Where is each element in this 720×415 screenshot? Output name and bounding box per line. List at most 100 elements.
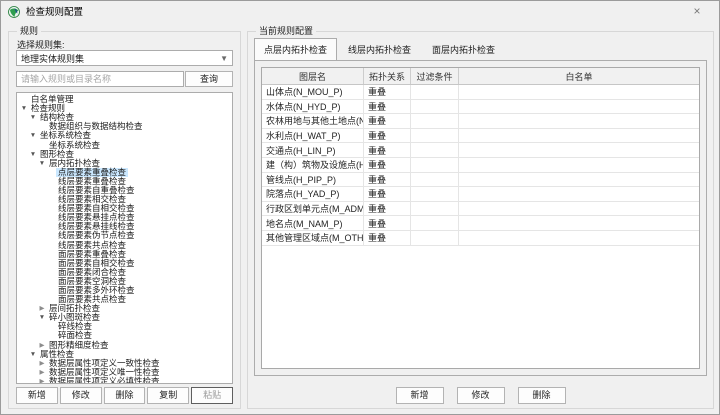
tab-line-topology[interactable]: 线层内拓扑检查 (338, 39, 421, 60)
close-icon[interactable]: × (682, 1, 712, 21)
whitelist-cell (459, 85, 699, 99)
filter-cell (411, 100, 459, 114)
whitelist-cell (459, 173, 699, 187)
query-button[interactable]: 查询 (185, 71, 233, 87)
tab-point-topology[interactable]: 点层内拓扑检查 (254, 38, 337, 60)
expand-arrow-icon: ▶ (37, 359, 47, 368)
layer-cell: 农林用地与其他土地点(N_AGR_P) (262, 114, 364, 128)
copy-button[interactable]: 复制 (147, 387, 189, 404)
filter-cell (411, 158, 459, 172)
layer-cell: 院落点(H_YAD_P) (262, 187, 364, 201)
table-row[interactable]: 交通点(H_LIN_P)重叠 (262, 143, 699, 158)
filter-cell (411, 143, 459, 157)
rules-group: 规则 选择规则集: 地理实体规则集 ▼ 查询 白名单管理▼检查规则▼结构检查数据… (8, 31, 241, 409)
topology-tab-strip: 点层内拓扑检查线层内拓扑检查面层内拓扑检查 (254, 42, 707, 60)
table-row[interactable]: 水体点(N_HYD_P)重叠 (262, 100, 699, 115)
window-title: 检查规则配置 (26, 4, 83, 18)
table-row[interactable]: 院落点(H_YAD_P)重叠 (262, 187, 699, 202)
table-row[interactable]: 山体点(N_MOU_P)重叠 (262, 85, 699, 100)
layer-cell: 其他管理区域点(M_OTH_P) (262, 231, 364, 245)
current-config-group-title: 当前规则配置 (256, 25, 316, 37)
filter-cell (411, 114, 459, 128)
ruleset-selected-value: 地理实体规则集 (21, 52, 84, 65)
filter-cell (411, 187, 459, 201)
config-button-row: 新增修改删除 (248, 387, 713, 404)
topology-cell: 重叠 (364, 187, 411, 201)
new-button[interactable]: 新增 (16, 387, 58, 404)
table-row[interactable]: 地名点(M_NAM_P)重叠 (262, 216, 699, 231)
expand-arrow-icon: ▶ (37, 377, 47, 384)
collapse-arrow-icon: ▼ (28, 150, 38, 159)
column-header: 拓扑关系 (364, 68, 411, 84)
chevron-down-icon: ▼ (220, 54, 228, 63)
whitelist-cell (459, 216, 699, 230)
table-row[interactable]: 建（构）筑物及设施点(H_BIU_P)重叠 (262, 158, 699, 173)
tab-polygon-topology[interactable]: 面层内拓扑检查 (422, 39, 505, 60)
table-row[interactable]: 管线点(H_PIP_P)重叠 (262, 173, 699, 188)
layer-cell: 建（构）筑物及设施点(H_BIU_P) (262, 158, 364, 172)
paste-button[interactable]: 粘贴 (191, 387, 233, 404)
column-header: 图层名 (262, 68, 364, 84)
table-body: 山体点(N_MOU_P)重叠水体点(N_HYD_P)重叠农林用地与其他土地点(N… (262, 85, 699, 246)
table-row[interactable]: 农林用地与其他土地点(N_AGR_P)重叠 (262, 114, 699, 129)
topology-cell: 重叠 (364, 143, 411, 157)
table-row[interactable]: 行政区划单元点(M_ADM_P)重叠 (262, 202, 699, 217)
expand-arrow-icon: ▶ (37, 304, 47, 313)
collapse-arrow-icon: ▼ (28, 113, 38, 122)
ruleset-dropdown[interactable]: 地理实体规则集 ▼ (16, 50, 233, 66)
rule-tree: 白名单管理▼检查规则▼结构检查数据组织与数据结构检查▼坐标系统检查坐标系统检查▼… (16, 92, 233, 384)
collapse-arrow-icon: ▼ (37, 159, 47, 168)
filter-cell (411, 85, 459, 99)
whitelist-cell (459, 129, 699, 143)
collapse-arrow-icon: ▼ (19, 104, 29, 113)
collapse-arrow-icon: ▼ (28, 350, 38, 359)
expand-arrow-icon: ▶ (37, 368, 47, 377)
check-rule-config-dialog: 检查规则配置 × 规则 选择规则集: 地理实体规则集 ▼ 查询 白名单管理▼检查… (0, 0, 720, 415)
layer-cell: 行政区划单元点(M_ADM_P) (262, 202, 364, 216)
whitelist-cell (459, 231, 699, 245)
tree-item[interactable]: ▶数据层属性项定义必填性检查 (17, 377, 232, 384)
rule-search-input[interactable] (16, 71, 184, 87)
tree-item[interactable]: 碎线检查 (17, 322, 232, 331)
layer-cell: 山体点(N_MOU_P) (262, 85, 364, 99)
config-new-button[interactable]: 新增 (396, 387, 444, 404)
topology-cell: 重叠 (364, 158, 411, 172)
collapse-arrow-icon: ▼ (28, 131, 38, 140)
topology-cell: 重叠 (364, 100, 411, 114)
delete-button[interactable]: 删除 (104, 387, 146, 404)
config-delete-button[interactable]: 删除 (518, 387, 566, 404)
whitelist-cell (459, 158, 699, 172)
whitelist-cell (459, 202, 699, 216)
table-row[interactable]: 水利点(H_WAT_P)重叠 (262, 129, 699, 144)
config-modify-button[interactable]: 修改 (457, 387, 505, 404)
layer-cell: 管线点(H_PIP_P) (262, 173, 364, 187)
topology-cell: 重叠 (364, 129, 411, 143)
filter-cell (411, 202, 459, 216)
topology-cell: 重叠 (364, 85, 411, 99)
table-header: 图层名拓扑关系过滤条件白名单 (262, 68, 699, 85)
collapse-arrow-icon: ▼ (37, 313, 47, 322)
topology-cell: 重叠 (364, 216, 411, 230)
layer-cell: 地名点(M_NAM_P) (262, 216, 364, 230)
app-icon (8, 5, 20, 17)
tree-item[interactable]: ▼碎小图斑检查 (17, 313, 232, 322)
filter-cell (411, 216, 459, 230)
table-row[interactable]: 其他管理区域点(M_OTH_P)重叠 (262, 231, 699, 246)
column-header: 过滤条件 (411, 68, 459, 84)
whitelist-cell (459, 100, 699, 114)
topology-cell: 重叠 (364, 114, 411, 128)
whitelist-cell (459, 114, 699, 128)
whitelist-cell (459, 187, 699, 201)
tree-item-label: 数据层属性项定义必填性检查 (47, 377, 162, 384)
rules-table: 图层名拓扑关系过滤条件白名单 山体点(N_MOU_P)重叠水体点(N_HYD_P… (261, 67, 700, 369)
filter-cell (411, 173, 459, 187)
filter-cell (411, 129, 459, 143)
title-bar: 检查规则配置 × (1, 1, 719, 21)
whitelist-cell (459, 143, 699, 157)
layer-cell: 水利点(H_WAT_P) (262, 129, 364, 143)
column-header: 白名单 (459, 68, 699, 84)
filter-cell (411, 231, 459, 245)
tab-page: 图层名拓扑关系过滤条件白名单 山体点(N_MOU_P)重叠水体点(N_HYD_P… (254, 60, 707, 376)
modify-button[interactable]: 修改 (60, 387, 102, 404)
topology-cell: 重叠 (364, 202, 411, 216)
